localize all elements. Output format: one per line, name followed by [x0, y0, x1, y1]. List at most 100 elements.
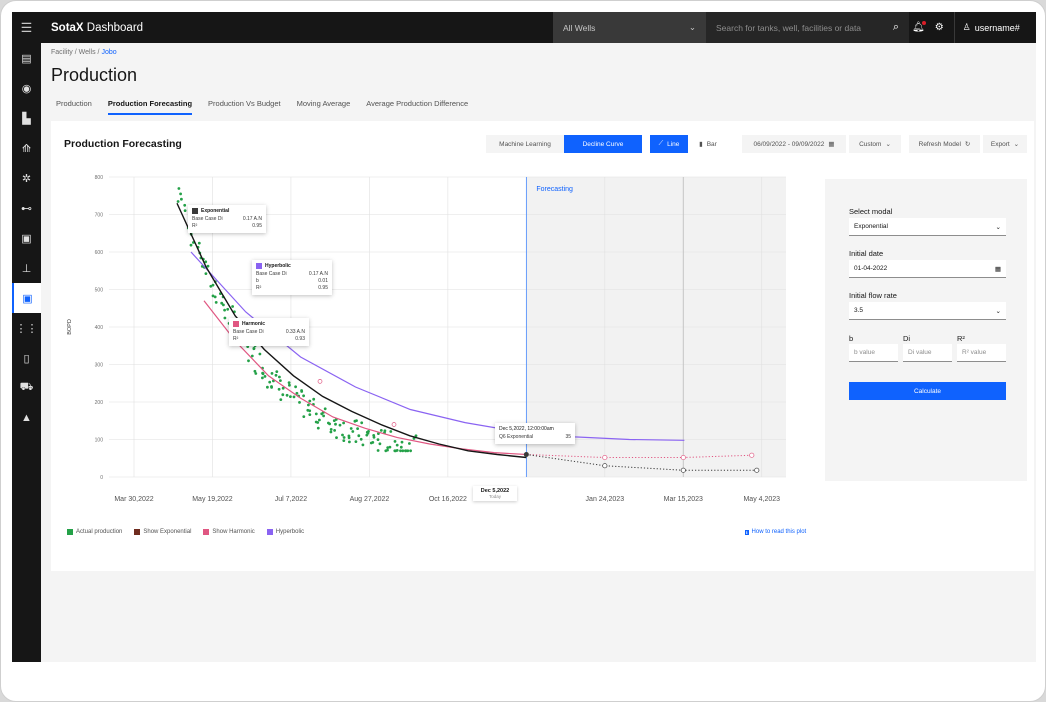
- tab-production-forecasting[interactable]: Production Forecasting: [107, 99, 193, 115]
- decline-curve-button[interactable]: Decline Curve: [564, 135, 642, 153]
- truck-icon[interactable]: ⛟: [12, 373, 41, 403]
- location-icon[interactable]: ◉: [12, 73, 41, 103]
- data-point-actual: [365, 430, 369, 434]
- data-point-actual: [302, 394, 305, 398]
- gear-icon[interactable]: ⚙︎: [935, 22, 944, 33]
- data-point-actual: [409, 449, 412, 453]
- legend-actual[interactable]: Actual production: [67, 529, 122, 535]
- initial-date-input[interactable]: 01-04-2022 ▦: [849, 260, 1006, 278]
- data-point-actual: [353, 419, 357, 423]
- data-point-actual: [357, 434, 361, 438]
- search-icon[interactable]: ⌕: [893, 21, 899, 34]
- data-point-actual: [348, 440, 351, 444]
- top-icons: 🔔︎ ⚙︎ ♙ username#: [912, 12, 1020, 43]
- info-icon: ℹ: [745, 529, 749, 535]
- tab-production-vs-budget[interactable]: Production Vs Budget: [208, 99, 281, 115]
- notification-icon[interactable]: 🔔︎: [912, 21, 926, 33]
- data-point-actual: [247, 359, 250, 363]
- calendar-icon: ▦: [994, 265, 1001, 273]
- data-point-actual: [220, 301, 224, 305]
- data-point-actual: [275, 370, 279, 373]
- r2-placeholder: R² value: [962, 349, 987, 356]
- data-point-actual: [214, 301, 218, 304]
- pump-icon[interactable]: ⊥: [12, 253, 41, 283]
- card-title: Production Forecasting: [64, 138, 182, 150]
- tooltip-swatch: [256, 263, 262, 269]
- tank-icon[interactable]: ▣: [12, 223, 41, 253]
- production-icon[interactable]: ▣: [12, 283, 41, 313]
- search-placeholder: Search for tanks, well, facilities or da…: [716, 22, 862, 33]
- tooltip-point: Dec 5,2022, 12:00:00am Q6 Exponential 35: [495, 423, 575, 444]
- data-point-actual: [308, 399, 312, 403]
- tooltip-swatch: [233, 321, 239, 327]
- date-label: Initial date: [849, 249, 884, 258]
- map-icon[interactable]: ▤: [12, 43, 41, 73]
- legend-exponential[interactable]: Show Exponential: [134, 529, 191, 535]
- breadcrumb-path[interactable]: Facility / Wells /: [51, 49, 101, 56]
- data-point-actual: [349, 427, 353, 430]
- data-point-actual: [342, 439, 346, 442]
- date-range-picker[interactable]: 06/09/2022 - 09/09/2022 ▦: [742, 135, 846, 153]
- report-icon[interactable]: ▯: [12, 343, 41, 373]
- search-input[interactable]: Search for tanks, well, facilities or da…: [706, 12, 909, 43]
- app-screen: ☰ SotaX Dashboard All Wells ⌄ Search for…: [12, 12, 1036, 662]
- di-input[interactable]: Di value: [903, 344, 952, 362]
- grid-icon[interactable]: ⋮⋮: [12, 313, 41, 343]
- legend-harmonic[interactable]: Show Harmonic: [203, 529, 255, 535]
- user-menu[interactable]: ♙ username#: [953, 12, 1020, 43]
- alert-icon[interactable]: ▲: [12, 403, 41, 433]
- line-toggle-button[interactable]: ⟋ Line: [650, 135, 688, 153]
- x-tick-label: May 4,2023: [743, 496, 780, 503]
- model-select[interactable]: Exponential ⌄: [849, 218, 1006, 236]
- pipeline-icon[interactable]: ⊷: [12, 193, 41, 223]
- export-button[interactable]: Export ⌄: [983, 135, 1027, 153]
- today-marker: Dec 5,2022 Today: [473, 486, 517, 501]
- data-point-actual: [289, 395, 292, 398]
- r2-input[interactable]: R² value: [957, 344, 1006, 362]
- y-tick-label: 0: [100, 475, 103, 481]
- b-input[interactable]: b value: [849, 344, 898, 362]
- legend-label: Show Harmonic: [212, 529, 255, 535]
- data-point-actual: [258, 352, 262, 356]
- x-tick-label: Mar 15,2023: [664, 496, 703, 503]
- legend-swatch: [203, 529, 210, 535]
- data-point-actual: [312, 397, 316, 401]
- data-point-actual: [333, 429, 336, 432]
- network-icon[interactable]: ✲: [12, 163, 41, 193]
- legend-label: Hyperbolic: [275, 529, 305, 535]
- how-to-read-label: How to read this plot: [751, 529, 807, 535]
- data-point-actual: [322, 414, 325, 418]
- data-point-actual: [365, 433, 369, 437]
- refresh-model-button[interactable]: Refresh Model ↻: [909, 135, 980, 153]
- flow-rate-select[interactable]: 3.5 ⌄: [849, 302, 1006, 320]
- machine-learning-button[interactable]: Machine Learning: [486, 135, 564, 153]
- di-label: Di: [903, 334, 911, 343]
- export-label: Export: [990, 140, 1010, 148]
- data-point-actual: [197, 241, 201, 245]
- menu-icon[interactable]: ☰: [12, 12, 41, 43]
- data-point-actual: [180, 197, 183, 201]
- forecast-point: [754, 467, 760, 473]
- tooltip-hyperbolic: Hyperbolic Base Case Di 0.17 A.N b 0.01 R²…: [252, 260, 332, 295]
- bar-toggle-button[interactable]: ▮ Bar: [689, 135, 727, 153]
- tab-average-production-difference[interactable]: Average Production Difference: [366, 99, 468, 115]
- custom-select[interactable]: Custom ⌄: [849, 135, 901, 153]
- breadcrumb-current[interactable]: Jobo: [101, 49, 116, 56]
- app-title[interactable]: SotaX Dashboard: [51, 22, 143, 34]
- legend-swatch: [67, 529, 73, 535]
- tooltip-key: b: [256, 278, 259, 284]
- data-point-actual: [335, 436, 338, 439]
- tab-moving-average[interactable]: Moving Average: [297, 99, 351, 115]
- data-point-actual: [393, 440, 397, 443]
- tab-production[interactable]: Production: [56, 99, 92, 115]
- how-to-read-link[interactable]: ℹ How to read this plot: [745, 529, 806, 535]
- wells-select[interactable]: All Wells ⌄: [553, 12, 706, 43]
- data-point-actual: [281, 393, 285, 397]
- facility-icon[interactable]: ▙: [12, 103, 41, 133]
- tooltip-value: 0.93: [295, 336, 305, 342]
- rig-icon[interactable]: ⟰: [12, 133, 41, 163]
- line-label: Line: [667, 140, 680, 148]
- calculate-button[interactable]: Calculate: [849, 382, 1006, 400]
- data-point-actual: [176, 200, 180, 203]
- legend-hyperbolic[interactable]: Hyperbolic: [266, 529, 305, 535]
